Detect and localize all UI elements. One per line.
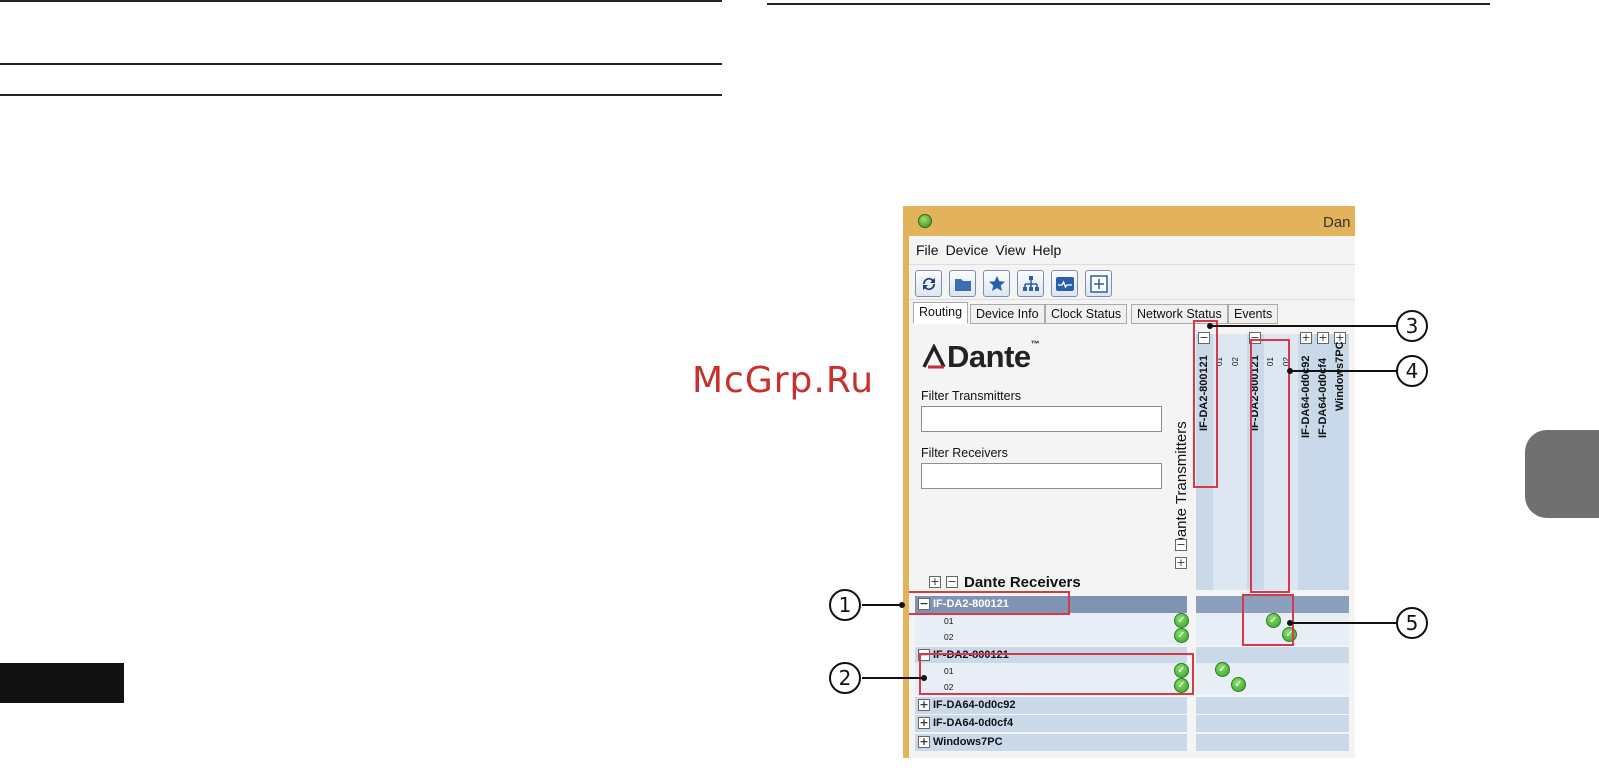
tab-device-info[interactable]: Device Info [970, 304, 1045, 324]
chapter-tab [1525, 430, 1599, 518]
transmitters-title: Dante Transmitters [1173, 421, 1190, 548]
route-rx2-ch1-tx1-ch1-check-icon[interactable]: ✓ [1215, 662, 1230, 677]
callout-4-leader [1290, 370, 1398, 372]
title-bar: Dan [909, 206, 1355, 236]
section-marker-block [0, 663, 124, 703]
tab-routing[interactable]: Routing [913, 302, 969, 324]
top-rule-right [767, 3, 1490, 5]
callout-box-2 [919, 653, 1194, 695]
callout-2-leader [862, 677, 924, 679]
collapse-all-transmitters-button[interactable]: − [1175, 539, 1187, 551]
event-monitor-button[interactable] [1051, 270, 1078, 297]
add-button[interactable] [1085, 270, 1112, 297]
receivers-title: Dante Receivers [964, 574, 1081, 591]
callout-4: 4 [1396, 355, 1428, 387]
callout-5: 5 [1396, 607, 1428, 639]
tab-clock-status[interactable]: Clock Status [1045, 304, 1128, 324]
add-icon [1089, 274, 1108, 293]
grid-row-3 [1196, 697, 1349, 714]
rx-3-expand-button[interactable]: + [918, 699, 930, 711]
callout-5-leader [1290, 622, 1398, 624]
callout-box-4 [1250, 339, 1290, 593]
tx-column-1-channels [1213, 334, 1247, 590]
dante-logo: Dante™ [921, 339, 1040, 375]
network-view-button[interactable] [1017, 270, 1044, 297]
callout-1: 1 [829, 589, 861, 621]
rx-row-3[interactable]: + IF-DA64-0d0c92 [915, 697, 1187, 714]
grid-row-2-header [1196, 647, 1349, 664]
callout-3-dot [1207, 323, 1213, 329]
callout-3: 3 [1396, 310, 1428, 342]
callout-box-3 [1193, 320, 1218, 488]
tab-events[interactable]: Events [1228, 304, 1279, 324]
star-icon [988, 275, 1005, 291]
callout-box-1 [909, 591, 1070, 615]
menu-file[interactable]: File [916, 239, 939, 261]
top-rule-left [0, 0, 722, 2]
menu-help[interactable]: Help [1032, 239, 1061, 261]
dante-logo-text: Dante [947, 339, 1031, 374]
callout-3-leader [1210, 325, 1398, 327]
tx-1-channel-02: 02 [1231, 357, 1240, 366]
rx-1-channel-row: 02 [915, 629, 1187, 645]
route-rx2-ch2-tx1-ch2-check-icon[interactable]: ✓ [1231, 677, 1246, 692]
expand-all-transmitters-button[interactable]: + [1175, 557, 1187, 569]
grid-row-5 [1196, 734, 1349, 751]
app-icon [918, 214, 932, 228]
open-button[interactable] [949, 270, 976, 297]
window-title: Dan [1323, 214, 1351, 231]
rx-row-5[interactable]: + Windows7PC [915, 734, 1187, 751]
rx-1-channel-01: 01 [944, 616, 954, 626]
rx-4-expand-button[interactable]: + [918, 717, 930, 729]
callout-1-leader [862, 604, 902, 606]
callout-box-5 [1242, 594, 1294, 646]
expand-all-receivers-button[interactable]: + [929, 576, 941, 588]
rx-1-ch1-status-check-icon: ✓ [1174, 613, 1189, 628]
rx-3-name: IF-DA64-0d0c92 [933, 699, 1016, 711]
tx-3-name: IF-DA64-0d0c92 [1300, 355, 1312, 438]
favorites-button[interactable] [983, 270, 1010, 297]
filter-receivers-input[interactable] [921, 463, 1162, 489]
rx-5-expand-button[interactable]: + [918, 736, 930, 748]
tx-5-name: Windows7PC [1334, 341, 1346, 411]
collapse-all-receivers-button[interactable]: − [946, 576, 958, 588]
grid-row-4 [1196, 715, 1349, 732]
rx-1-channel-row: 01 [915, 613, 1187, 629]
filter-transmitters-input[interactable] [921, 406, 1162, 432]
filter-transmitters-label: Filter Transmitters [921, 389, 1022, 403]
toolbar [909, 264, 1355, 300]
rx-row-4[interactable]: + IF-DA64-0d0cf4 [915, 715, 1187, 732]
callout-2-dot [921, 675, 927, 681]
tx-3-expand-button[interactable]: + [1300, 332, 1312, 344]
refresh-button[interactable] [915, 270, 942, 297]
callout-2: 2 [829, 662, 861, 694]
monitor-icon [1055, 276, 1074, 291]
filter-receivers-label: Filter Receivers [921, 446, 1008, 460]
refresh-icon [922, 277, 935, 290]
watermark: McGrp.Ru [692, 360, 875, 401]
callout-1-dot [899, 602, 905, 608]
menu-bar: File Device View Help [909, 239, 1355, 261]
dante-controller-window: Dan File Device View Help Routing Device In… [903, 206, 1355, 758]
dante-mark-icon [922, 343, 946, 369]
mid-rule-left [0, 63, 722, 65]
rx-1-channel-02: 02 [944, 632, 954, 642]
menu-device[interactable]: Device [946, 239, 989, 261]
tx-4-expand-button[interactable]: + [1317, 332, 1329, 344]
lower-rule-left [0, 94, 722, 96]
callout-5-dot [1287, 620, 1293, 626]
rx-4-name: IF-DA64-0d0cf4 [933, 717, 1014, 729]
network-icon [1022, 275, 1039, 291]
folder-icon [954, 278, 971, 291]
rx-5-name: Windows7PC [933, 736, 1003, 748]
menu-view[interactable]: View [995, 239, 1025, 261]
callout-4-dot [1287, 368, 1293, 374]
rx-1-ch2-status-check-icon: ✓ [1174, 628, 1189, 643]
